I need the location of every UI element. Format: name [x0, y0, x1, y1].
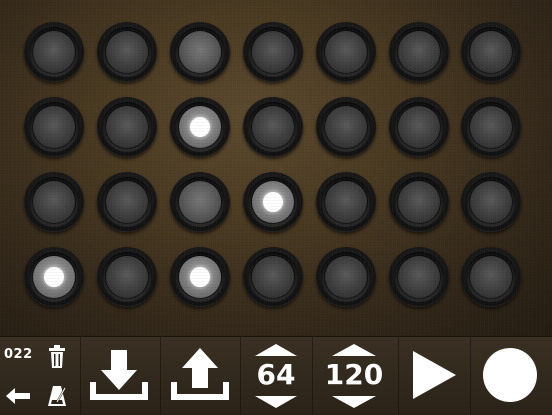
- pad-cap: [179, 31, 221, 73]
- pad-cap: [106, 256, 148, 298]
- step-pad-r2-c7[interactable]: [461, 97, 521, 157]
- chevron-down-icon: [332, 396, 376, 408]
- step-pad-r4-c2[interactable]: [97, 247, 157, 307]
- step-pad-r4-c1[interactable]: [24, 247, 84, 307]
- step-pad-r1-c3[interactable]: [170, 22, 230, 82]
- step-pad-r1-c5[interactable]: [316, 22, 376, 82]
- step-pad-r2-c5[interactable]: [316, 97, 376, 157]
- pad-cap: [325, 256, 367, 298]
- upload-icon: [171, 348, 229, 400]
- pattern-counter: 022: [4, 347, 33, 362]
- pad-cap: [325, 181, 367, 223]
- back-button[interactable]: [6, 387, 30, 405]
- step-pad-r3-c4[interactable]: [243, 172, 303, 232]
- active-indicator: [263, 192, 283, 212]
- pad-cap: [106, 106, 148, 148]
- play-button[interactable]: [410, 349, 458, 401]
- clear-button[interactable]: [47, 345, 67, 369]
- pad-cap: [252, 106, 294, 148]
- pad-cap: [106, 31, 148, 73]
- step-pad-r2-c3[interactable]: [170, 97, 230, 157]
- pad-cap: [179, 181, 221, 223]
- pad-cap: [470, 31, 512, 73]
- steps-stepper[interactable]: 64: [250, 343, 302, 409]
- pad-cap: [33, 181, 75, 223]
- metronome-button[interactable]: [46, 385, 68, 407]
- download-icon: [90, 350, 148, 400]
- step-pad-r4-c5[interactable]: [316, 247, 376, 307]
- step-pad-r3-c5[interactable]: [316, 172, 376, 232]
- pad-cap: [470, 181, 512, 223]
- step-pad-r3-c1[interactable]: [24, 172, 84, 232]
- step-pad-r2-c1[interactable]: [24, 97, 84, 157]
- step-pad-r4-c4[interactable]: [243, 247, 303, 307]
- toolbar: 022 64 120: [0, 336, 552, 415]
- record-icon: [483, 348, 537, 402]
- step-pad-r2-c2[interactable]: [97, 97, 157, 157]
- trash-icon: [49, 345, 65, 368]
- chevron-down-icon: [255, 396, 297, 408]
- step-pad-r4-c3[interactable]: [170, 247, 230, 307]
- active-indicator: [44, 267, 64, 287]
- pad-cap: [398, 181, 440, 223]
- step-pad-r2-c6[interactable]: [389, 97, 449, 157]
- play-icon: [413, 351, 456, 399]
- step-pad-r3-c3[interactable]: [170, 172, 230, 232]
- pad-cap: [33, 106, 75, 148]
- pad-cap: [33, 31, 75, 73]
- step-pad-r3-c7[interactable]: [461, 172, 521, 232]
- steps-value: 64: [256, 358, 296, 391]
- step-pad-r1-c7[interactable]: [461, 22, 521, 82]
- tempo-value: 120: [324, 358, 384, 391]
- active-indicator: [190, 267, 210, 287]
- tempo-stepper[interactable]: 120: [318, 343, 390, 409]
- pad-cap: [252, 256, 294, 298]
- step-pad-r1-c4[interactable]: [243, 22, 303, 82]
- active-indicator: [190, 117, 210, 137]
- step-pad-r2-c4[interactable]: [243, 97, 303, 157]
- sequencer-grid: [0, 0, 552, 336]
- pad-cap: [398, 106, 440, 148]
- pad-cap: [398, 31, 440, 73]
- pad-cap: [398, 256, 440, 298]
- pad-cap: [325, 106, 367, 148]
- step-pad-r3-c2[interactable]: [97, 172, 157, 232]
- step-pad-r3-c6[interactable]: [389, 172, 449, 232]
- step-pad-r1-c2[interactable]: [97, 22, 157, 82]
- pad-cap: [252, 31, 294, 73]
- arrow-left-icon: [6, 388, 30, 404]
- chevron-up-icon: [332, 344, 376, 356]
- metronome-icon: [48, 386, 66, 406]
- pad-cap: [470, 106, 512, 148]
- pad-cap: [470, 256, 512, 298]
- save-button[interactable]: [89, 346, 149, 402]
- step-pad-r4-c6[interactable]: [389, 247, 449, 307]
- load-button[interactable]: [170, 346, 230, 402]
- chevron-up-icon: [255, 344, 297, 356]
- step-pad-r1-c1[interactable]: [24, 22, 84, 82]
- pad-cap: [106, 181, 148, 223]
- step-pad-r4-c7[interactable]: [461, 247, 521, 307]
- pad-cap: [325, 31, 367, 73]
- step-pad-r1-c6[interactable]: [389, 22, 449, 82]
- record-button[interactable]: [482, 347, 538, 403]
